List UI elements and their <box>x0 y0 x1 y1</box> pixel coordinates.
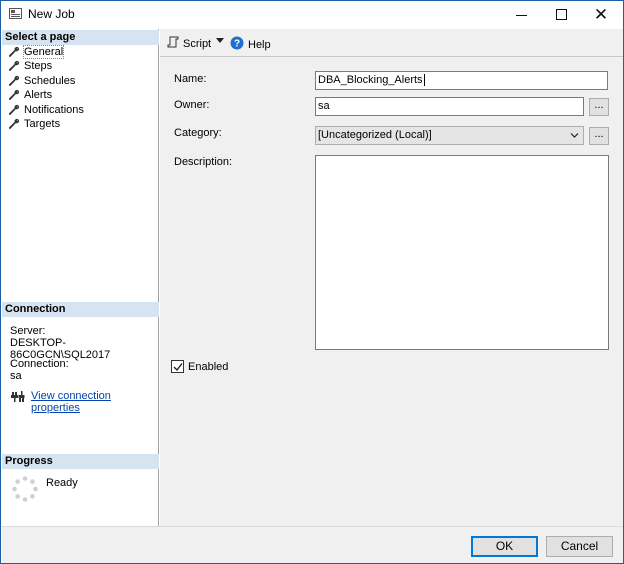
page-item-label: Alerts <box>24 89 53 101</box>
page-item-label: Targets <box>24 118 61 130</box>
maximize-button[interactable] <box>539 1 583 28</box>
toolbar: Script ? Help <box>160 29 623 57</box>
page-item-label: Notifications <box>24 104 84 116</box>
page-item-notifications[interactable]: Notifications <box>8 103 84 117</box>
left-panel: Select a page General Steps Schedules Al… <box>2 29 159 526</box>
enabled-label: Enabled <box>188 361 229 373</box>
select-page-header: Select a page <box>2 30 159 45</box>
enabled-checkbox[interactable] <box>171 360 184 373</box>
script-dropdown-button[interactable] <box>216 38 224 43</box>
title-bar: New Job ✕ <box>1 1 623 28</box>
general-page-panel: Script ? Help Name: DBA_Blocking_Alerts <box>160 29 623 526</box>
help-icon: ? <box>230 36 244 53</box>
page-item-targets[interactable]: Targets <box>8 117 60 131</box>
minimize-icon <box>515 14 527 16</box>
page-item-steps[interactable]: Steps <box>8 59 52 73</box>
text-cursor <box>423 74 425 86</box>
page-item-label: Schedules <box>24 75 76 87</box>
close-button[interactable]: ✕ <box>579 1 623 28</box>
wrench-icon <box>8 46 20 58</box>
wrench-icon <box>8 118 20 130</box>
name-label: Name: <box>174 73 207 85</box>
description-label: Description: <box>174 156 233 168</box>
category-select[interactable]: [Uncategorized (Local)] <box>315 126 584 145</box>
new-job-dialog: New Job ✕ Select a page General Steps Sc… <box>0 0 624 564</box>
connection-value: sa <box>10 370 22 382</box>
ok-button[interactable]: OK <box>471 536 538 557</box>
page-item-label: Steps <box>24 60 53 72</box>
wrench-icon <box>8 89 20 101</box>
connection-label: Connection: <box>10 358 69 370</box>
toolbar-divider <box>160 56 623 57</box>
script-label: Script <box>183 37 212 50</box>
chevron-down-icon <box>570 133 579 138</box>
page-item-alerts[interactable]: Alerts <box>8 88 52 102</box>
owner-label: Owner: <box>174 99 210 111</box>
owner-value: sa <box>318 100 330 112</box>
wrench-icon <box>8 104 20 116</box>
page-item-label: General <box>22 45 65 59</box>
wrench-icon <box>8 60 20 72</box>
script-icon <box>167 36 179 51</box>
help-button[interactable]: ? Help <box>230 36 271 53</box>
dialog-button-bar: OK Cancel <box>2 526 623 563</box>
page-item-schedules[interactable]: Schedules <box>8 74 75 88</box>
category-value: [Uncategorized (Local)] <box>318 129 432 141</box>
owner-field[interactable]: sa <box>315 97 584 116</box>
window-title: New Job <box>28 7 75 21</box>
help-label: Help <box>248 38 271 51</box>
window-app-icon <box>9 8 22 19</box>
progress-header: Progress <box>2 454 159 469</box>
wrench-icon <box>8 75 20 87</box>
name-field[interactable]: DBA_Blocking_Alerts <box>315 71 608 90</box>
minimize-button[interactable] <box>499 1 543 28</box>
chevron-down-icon <box>216 38 224 43</box>
owner-browse-button[interactable]: ... <box>589 98 609 116</box>
svg-text:?: ? <box>234 39 240 50</box>
description-field[interactable] <box>315 155 609 350</box>
maximize-icon <box>555 9 567 20</box>
connection-properties-icon <box>11 391 25 403</box>
progress-status: Ready <box>46 477 78 489</box>
name-value: DBA_Blocking_Alerts <box>318 74 423 86</box>
connection-header: Connection <box>2 302 159 317</box>
checkmark-icon <box>173 363 183 372</box>
category-label: Category: <box>174 127 222 139</box>
page-item-general[interactable]: General <box>8 45 65 59</box>
category-browse-button[interactable]: ... <box>589 127 609 145</box>
view-connection-properties-link[interactable]: View connection properties <box>31 390 158 414</box>
server-label: Server: <box>10 325 46 337</box>
cancel-button[interactable]: Cancel <box>546 536 613 557</box>
progress-spinner-icon <box>11 475 39 503</box>
close-icon: ✕ <box>593 5 609 24</box>
script-button[interactable]: Script <box>167 36 211 51</box>
